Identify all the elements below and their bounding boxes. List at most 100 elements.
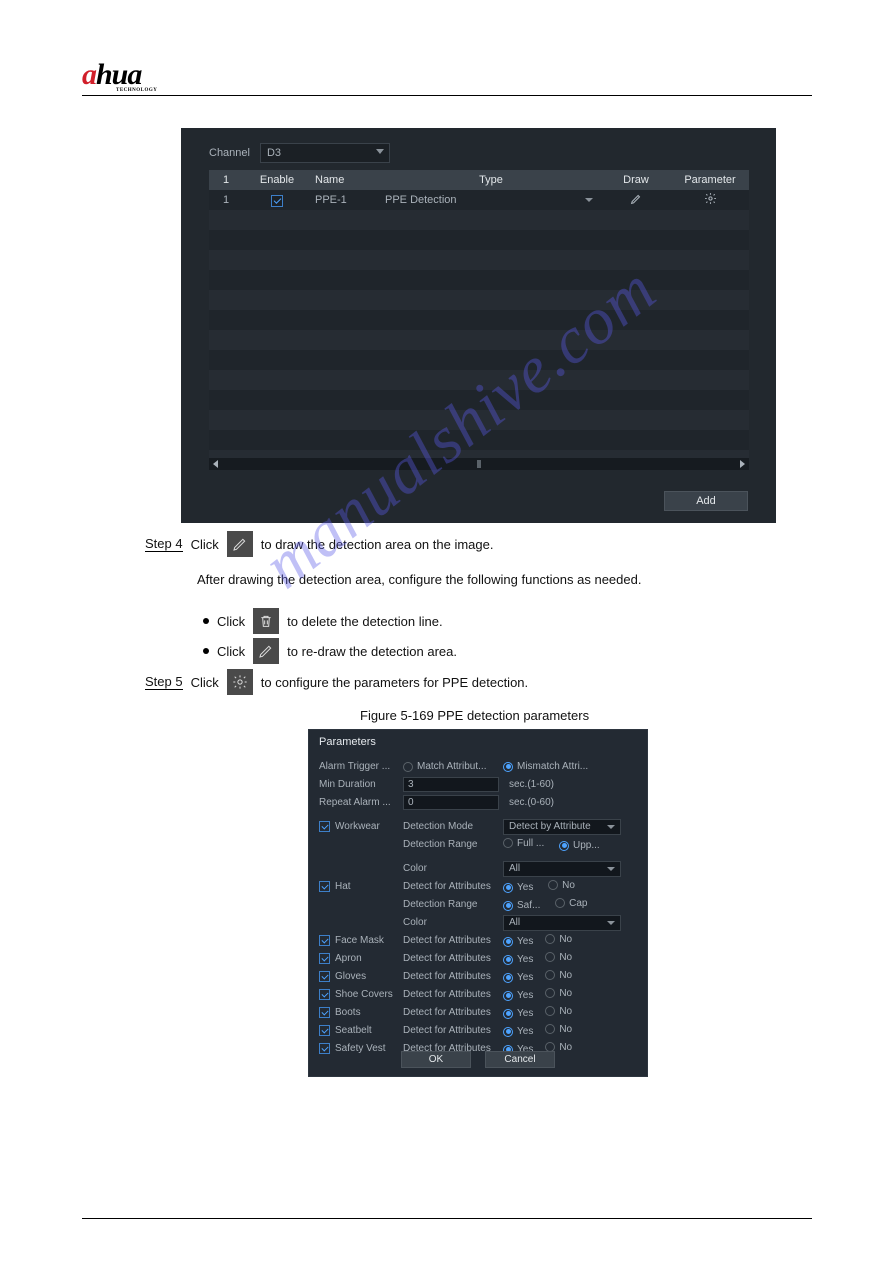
seatbelt-no-radio[interactable]: No bbox=[545, 1024, 572, 1035]
enable-checkbox[interactable] bbox=[271, 195, 283, 207]
channel-label: Channel bbox=[209, 147, 250, 159]
hat-yes-radio[interactable]: Yes bbox=[503, 882, 533, 893]
full-label: Full ... bbox=[517, 838, 544, 849]
footer-rule bbox=[82, 1218, 812, 1219]
dfa-label: Detect for Attributes bbox=[403, 881, 503, 892]
detection-mode-select[interactable]: Detect by Attribute bbox=[503, 819, 621, 835]
header-rule bbox=[82, 95, 812, 96]
step4-rest: to draw the detection area on the image. bbox=[261, 537, 494, 552]
boots-checkbox[interactable] bbox=[319, 1007, 330, 1018]
step4-note: After drawing the detection area, config… bbox=[197, 572, 641, 587]
parameters-dialog: Parameters Alarm Trigger ... Match Attri… bbox=[308, 729, 648, 1077]
boots-no-radio[interactable]: No bbox=[545, 1006, 572, 1017]
gear-icon bbox=[227, 669, 253, 695]
col-draw: Draw bbox=[601, 174, 671, 186]
col-name: Name bbox=[311, 174, 381, 186]
step5-rest: to configure the parameters for PPE dete… bbox=[261, 675, 528, 690]
repeat-alarm-label: Repeat Alarm ... bbox=[319, 797, 403, 808]
apron-checkbox[interactable] bbox=[319, 953, 330, 964]
step5-label: Step 5 bbox=[145, 674, 183, 690]
table-row bbox=[209, 350, 749, 370]
mismatch-radio[interactable]: Mismatch Attri... bbox=[503, 761, 625, 772]
apron-no-radio[interactable]: No bbox=[545, 952, 572, 963]
apron-yes-radio[interactable]: Yes bbox=[503, 954, 533, 965]
color-label: Color bbox=[403, 863, 503, 874]
table-row bbox=[209, 310, 749, 330]
repeat-alarm-input[interactable] bbox=[403, 795, 499, 810]
table-row bbox=[209, 270, 749, 290]
chevron-down-icon bbox=[376, 149, 384, 154]
col-enable: Enable bbox=[243, 174, 311, 186]
rules-table: 1 Enable Name Type Draw Parameter 1 PPE-… bbox=[209, 170, 749, 470]
table-row bbox=[209, 210, 749, 230]
shoe-checkbox[interactable] bbox=[319, 989, 330, 1000]
logo-a: a bbox=[82, 58, 96, 91]
color-value: All bbox=[509, 863, 520, 874]
detection-range-label: Detection Range bbox=[403, 839, 503, 850]
col-type: Type bbox=[381, 174, 601, 186]
table-row: 1 PPE-1 PPE Detection bbox=[209, 190, 749, 210]
full-radio[interactable]: Full ... bbox=[503, 838, 544, 849]
cap-radio[interactable]: Cap bbox=[555, 898, 587, 909]
color-label: Color bbox=[403, 917, 503, 928]
gear-icon[interactable] bbox=[671, 192, 749, 208]
channel-select[interactable]: D3 bbox=[260, 143, 390, 163]
gloves-no-radio[interactable]: No bbox=[545, 970, 572, 981]
horizontal-scrollbar[interactable] bbox=[209, 458, 749, 470]
bullet-icon bbox=[203, 648, 209, 654]
shoe-no-radio[interactable]: No bbox=[545, 988, 572, 999]
add-button-label: Add bbox=[696, 495, 716, 507]
table-row bbox=[209, 290, 749, 310]
cancel-button[interactable]: Cancel bbox=[485, 1051, 555, 1068]
alarm-trigger-label: Alarm Trigger ... bbox=[319, 761, 403, 772]
saf-radio[interactable]: Saf... bbox=[503, 900, 540, 911]
add-button[interactable]: Add bbox=[664, 491, 748, 511]
match-label: Match Attribut... bbox=[417, 761, 486, 772]
min-duration-label: Min Duration bbox=[319, 779, 403, 790]
step4-click: Click bbox=[191, 537, 219, 552]
col-n: 1 bbox=[209, 174, 243, 186]
table-header: 1 Enable Name Type Draw Parameter bbox=[209, 170, 749, 190]
min-duration-unit: sec.(1-60) bbox=[503, 779, 637, 790]
table-row bbox=[209, 330, 749, 350]
upp-radio[interactable]: Upp... bbox=[559, 840, 600, 851]
match-radio[interactable]: Match Attribut... bbox=[403, 761, 491, 772]
shoe-yes-radio[interactable]: Yes bbox=[503, 990, 533, 1001]
gloves-yes-radio[interactable]: Yes bbox=[503, 972, 533, 983]
facemask-no-radio[interactable]: No bbox=[545, 934, 572, 945]
seatbelt-yes-radio[interactable]: Yes bbox=[503, 1026, 533, 1037]
dialog-title: Parameters bbox=[309, 730, 647, 758]
pencil-icon bbox=[253, 638, 279, 664]
facemask-checkbox[interactable] bbox=[319, 935, 330, 946]
ok-button[interactable]: OK bbox=[401, 1051, 471, 1068]
table-row bbox=[209, 430, 749, 450]
workwear-checkbox[interactable] bbox=[319, 821, 330, 832]
hat-no-radio[interactable]: No bbox=[548, 880, 575, 891]
bullet1-click: Click bbox=[217, 614, 245, 629]
row-n: 1 bbox=[209, 194, 243, 206]
hat-checkbox[interactable] bbox=[319, 881, 330, 892]
brand-logo: ahua TECHNOLOGY bbox=[82, 58, 157, 93]
bullet2-click: Click bbox=[217, 644, 245, 659]
channel-select-value: D3 bbox=[260, 143, 390, 163]
upp-label: Upp... bbox=[573, 840, 600, 851]
repeat-alarm-unit: sec.(0-60) bbox=[503, 797, 637, 808]
table-row bbox=[209, 390, 749, 410]
hat-color-select[interactable]: All bbox=[503, 915, 621, 931]
detection-mode-label: Detection Mode bbox=[403, 821, 503, 832]
boots-yes-radio[interactable]: Yes bbox=[503, 1008, 533, 1019]
bullet2-rest: to re-draw the detection area. bbox=[287, 644, 457, 659]
min-duration-input[interactable] bbox=[403, 777, 499, 792]
gloves-checkbox[interactable] bbox=[319, 971, 330, 982]
scroll-right-icon bbox=[740, 460, 745, 468]
row-type-select[interactable]: PPE Detection bbox=[381, 194, 601, 206]
scroll-left-icon bbox=[213, 460, 218, 468]
color-select[interactable]: All bbox=[503, 861, 621, 877]
draw-icon[interactable] bbox=[601, 192, 671, 208]
chevron-down-icon bbox=[607, 921, 615, 925]
chevron-down-icon bbox=[607, 825, 615, 829]
seatbelt-checkbox[interactable] bbox=[319, 1025, 330, 1036]
facemask-yes-radio[interactable]: Yes bbox=[503, 936, 533, 947]
chevron-down-icon bbox=[607, 867, 615, 871]
hat-label: Hat bbox=[335, 881, 351, 892]
